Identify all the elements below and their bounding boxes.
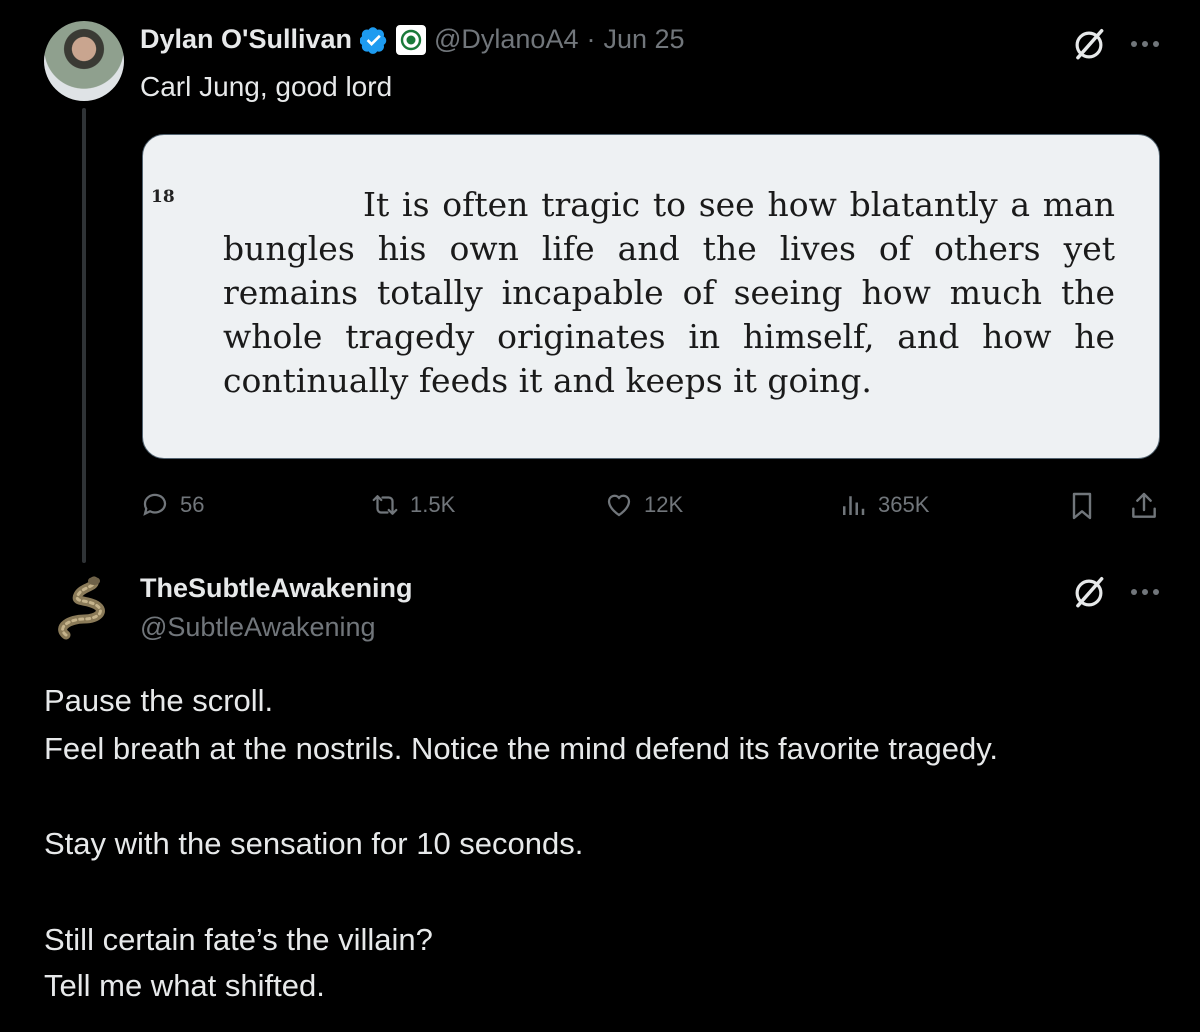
reply-button[interactable]: 56 [140, 490, 204, 520]
reply-author-handle[interactable]: @SubtleAwakening [140, 612, 376, 643]
quote-text: It is often tragic to see how blatantly … [223, 185, 1115, 400]
author-name[interactable]: Dylan O'Sullivan [140, 24, 352, 55]
reply-line: Pause the scroll. [44, 683, 274, 718]
post-image[interactable]: 18 It is often tragic to see how blatant… [142, 134, 1160, 459]
repost-button[interactable]: 1.5K [370, 490, 455, 520]
post-text: Carl Jung, good lord [140, 71, 393, 102]
snake-icon [58, 576, 105, 640]
views-button[interactable]: 365K [838, 490, 929, 520]
author-handle[interactable]: @DylanoA4 [434, 24, 578, 55]
page-number: 18 [151, 187, 175, 207]
views-count: 365K [878, 492, 930, 517]
more-icon[interactable] [1128, 34, 1162, 54]
avatar[interactable] [44, 21, 124, 101]
grok-icon[interactable] [1070, 26, 1108, 64]
affiliate-badge-icon[interactable] [395, 24, 426, 55]
post-header: Dylan O'Sullivan @DylanoA4 · Jun 25 [140, 24, 685, 55]
post-date[interactable]: Jun 25 [603, 24, 684, 55]
reply-line: Stay with the sensation for 10 seconds. [44, 826, 584, 861]
views-icon [843, 496, 865, 515]
more-icon[interactable] [1128, 582, 1162, 602]
bookmark-icon[interactable] [1066, 490, 1098, 522]
separator-dot: · [586, 24, 596, 54]
reply-avatar[interactable] [44, 569, 124, 649]
reply-line: Still certain fate’s the villain? [44, 922, 433, 957]
thread-connector-line [82, 108, 86, 563]
share-icon[interactable] [1128, 490, 1160, 522]
verified-badge-icon[interactable] [359, 26, 388, 54]
grok-icon[interactable] [1070, 574, 1108, 612]
reply-author-name[interactable]: TheSubtleAwakening [140, 573, 413, 604]
like-button[interactable]: 12K [604, 490, 683, 520]
reply-line: Feel breath at the nostrils. Notice the … [44, 731, 999, 766]
like-icon [607, 494, 631, 517]
reply-line: Tell me what shifted. [44, 968, 325, 1003]
reply-icon [143, 493, 167, 516]
reply-count: 56 [180, 492, 205, 517]
like-count: 12K [644, 492, 684, 517]
repost-count: 1.5K [410, 492, 456, 517]
repost-icon [372, 495, 398, 515]
